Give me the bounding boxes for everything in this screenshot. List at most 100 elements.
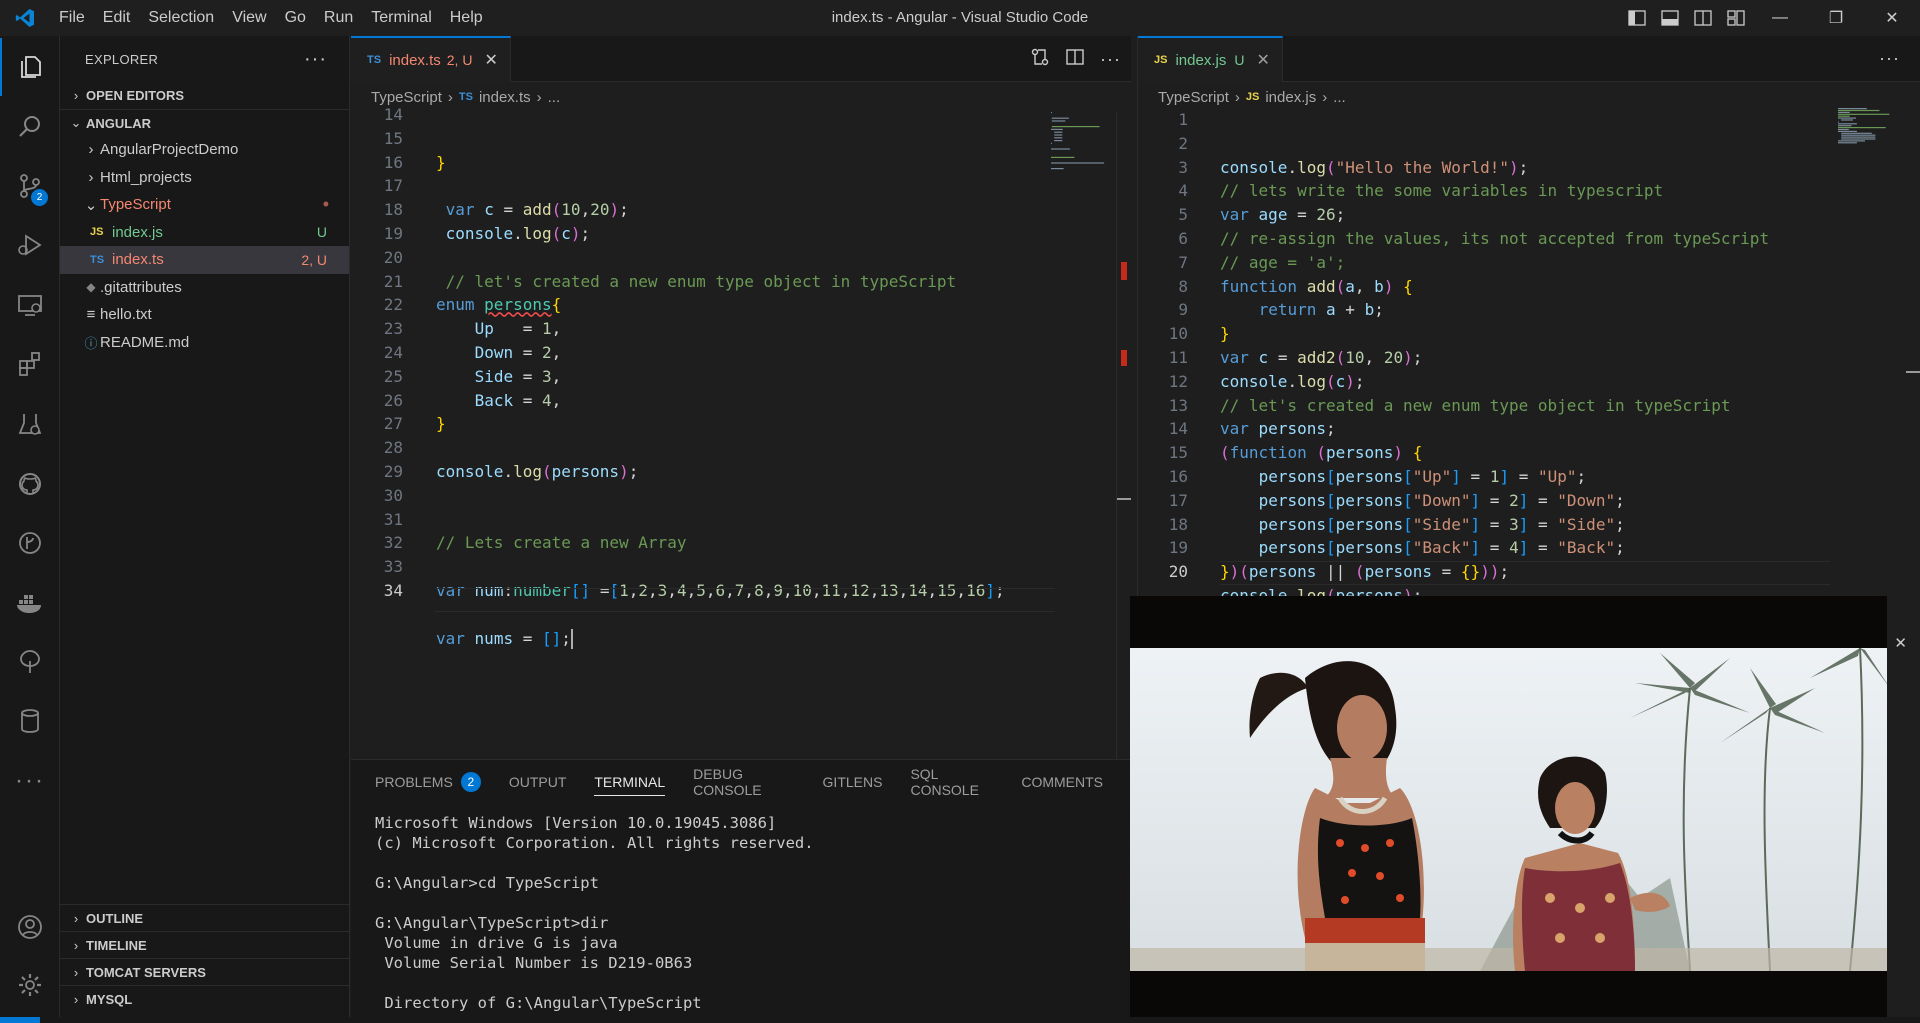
ts-file-icon: TS [90,253,105,266]
extensions-icon[interactable] [0,335,60,393]
settings-gear-icon[interactable] [0,956,60,1014]
editor-more-actions-icon[interactable]: ··· [1879,48,1900,69]
tab-output[interactable]: OUTPUT [509,760,567,804]
tab-terminal[interactable]: TERMINAL [594,760,665,804]
restore-icon[interactable]: ❐ [1808,0,1864,36]
run-debug-icon[interactable] [0,216,60,274]
search-icon[interactable] [0,98,60,156]
tab-label: SQL CONSOLE [910,766,979,798]
minimap-line [1841,138,1876,140]
minimize-icon[interactable]: — [1752,0,1808,36]
chevron-right-icon: › [73,937,79,953]
line-number: 19 [383,223,403,243]
section-tomcat-servers[interactable]: › TOMCAT SERVERS [60,958,350,985]
customize-layout-icon[interactable] [1719,0,1752,36]
breadcrumb-more[interactable]: ... [1333,89,1346,106]
explorer-more-actions-icon[interactable]: ··· [304,48,327,71]
tab-comments[interactable]: COMMENTS [1021,760,1103,804]
menu-file[interactable]: File [50,9,94,27]
line-number: 18 [383,200,403,220]
line-number: 25 [383,366,403,386]
git-status-badge: U [316,224,327,241]
toggle-secondary-sidebar-icon[interactable] [1686,0,1719,36]
more-icon[interactable]: ··· [0,752,60,810]
minimap-left[interactable] [1051,112,1111,182]
menu-go[interactable]: Go [276,9,315,27]
tree-item-gitattributes[interactable]: ◆ .gitattributes [60,274,349,302]
tree-item-label: AngularProjectDemo [100,141,239,159]
tab-sql-console[interactable]: SQL CONSOLE [910,760,993,804]
terminal-output[interactable]: Microsoft Windows [Version 10.0.19045.30… [375,813,814,1013]
line-number: 2 [1178,133,1188,153]
tree-item-angularprojectdemo[interactable]: › AngularProjectDemo [60,136,349,164]
testing-icon[interactable] [0,395,60,453]
tab-problems[interactable]: PROBLEMS 2 [375,760,481,804]
menu-view[interactable]: View [223,9,275,27]
code-line: // re-assign the values, its not accepte… [1220,228,1770,248]
line-number: 3 [1178,157,1188,177]
close-tab-icon[interactable]: ✕ [1256,50,1269,70]
menu-selection[interactable]: Selection [139,9,223,27]
minimap-right[interactable] [1838,108,1898,148]
js-file-icon: JS [90,226,104,239]
minimap-line [1841,134,1876,136]
source-control-icon[interactable]: 2 [0,157,60,215]
tree-icon[interactable] [0,633,60,691]
remote-explorer-icon[interactable] [0,276,60,334]
close-overlay-icon[interactable]: ✕ [1894,634,1907,652]
minimap-line [1051,142,1052,144]
minimap-line [1838,128,1849,131]
menu-edit[interactable]: Edit [94,9,140,27]
toggle-sidebar-icon[interactable] [1620,0,1653,36]
section-timeline[interactable]: › TIMELINE [60,931,350,958]
menu-terminal[interactable]: Terminal [362,9,440,27]
tree-item-hello-txt[interactable]: ≡ hello.txt [60,301,349,329]
tree-item-html-projects[interactable]: › Html_projects [60,164,349,192]
git-graph-icon[interactable] [0,514,60,572]
minimap-line [1841,136,1876,138]
explorer-icon[interactable] [0,38,60,96]
remote-indicator[interactable] [0,1017,40,1023]
code-line: } [436,152,446,172]
toggle-panel-icon[interactable] [1653,0,1686,36]
menu-run[interactable]: Run [315,9,362,27]
text-cursor [570,629,573,650]
video-overlay[interactable]: ✕ [1130,596,1907,1023]
database-icon[interactable] [0,692,60,750]
editor-more-actions-icon[interactable]: ··· [1100,49,1121,70]
line-number: 9 [1178,300,1188,320]
tab-index-js[interactable]: JS index.js U ✕ [1138,36,1283,82]
close-window-icon[interactable]: ✕ [1864,0,1920,36]
account-icon[interactable] [0,898,60,956]
breadcrumb-file[interactable]: index.js [1265,89,1316,106]
github-icon[interactable] [0,455,60,513]
menu-help[interactable]: Help [441,9,492,27]
tree-item-readme[interactable]: ⓘ README.md [60,329,349,357]
breadcrumb-folder[interactable]: TypeScript [1158,89,1229,106]
line-number: 15 [1168,443,1188,463]
section-mysql[interactable]: › MYSQL [60,985,350,1012]
vertical-scrollbar[interactable] [1116,112,1131,759]
minimap-line [1051,117,1069,119]
tree-item-index-js[interactable]: JS index.js U [60,219,349,247]
section-open-editors[interactable]: › OPEN EDITORS [60,82,349,109]
tab-index-ts[interactable]: TS index.ts 2, U ✕ [351,36,511,82]
section-label: OUTLINE [86,910,144,926]
tree-item-index-ts[interactable]: TS index.ts 2, U [60,246,349,274]
line-number: 4 [1178,181,1188,201]
minimap-line [1051,126,1100,128]
section-outline[interactable]: › OUTLINE [60,904,350,931]
editor-tabs: TS index.ts 2, U ✕ ··· [351,36,1131,82]
tree-item-typescript[interactable]: ⌄ TypeScript • [60,191,349,219]
tab-debug-console[interactable]: DEBUG CONSOLE [693,760,794,804]
docker-icon[interactable] [0,574,60,632]
split-editor-icon[interactable] [1066,49,1084,69]
close-tab-icon[interactable]: ✕ [484,50,497,70]
tab-gitlens[interactable]: GITLENS [823,760,883,804]
minimap-line [1054,134,1063,136]
line-numbers: 14 15 16 17 18 19 20 21 22 23 24 25 26 2… [351,103,403,603]
section-angular[interactable]: ⌄ ANGULAR [60,109,349,136]
compare-changes-icon[interactable] [1030,47,1050,71]
ts-file-icon: TS [458,91,473,103]
code-area-right[interactable]: console.log("Hello the World!"); // lets … [1220,108,1840,679]
